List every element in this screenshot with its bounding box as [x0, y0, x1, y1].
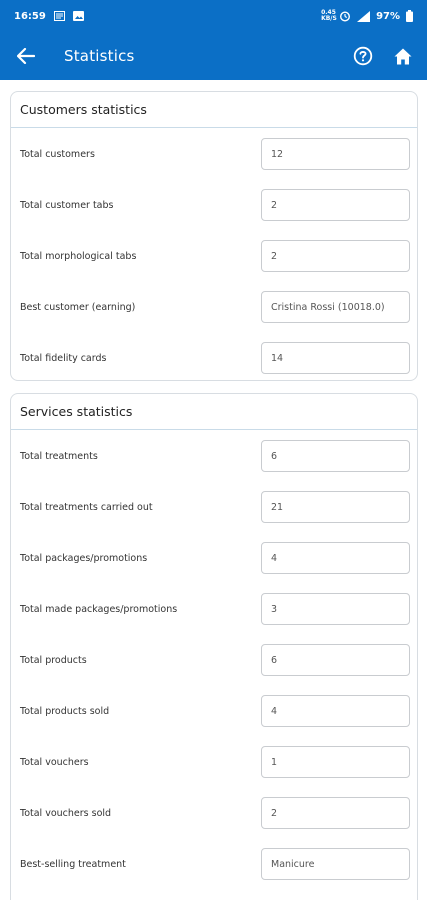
stat-label: Total packages/promotions [20, 552, 148, 564]
services-statistics-card: Services statistics Total treatments 6 T… [10, 393, 418, 900]
status-bar: 16:59 0.45 KB/S 97% [0, 0, 427, 32]
stat-label: Total treatments carried out [20, 501, 153, 513]
status-time: 16:59 [14, 10, 46, 22]
total-vouchers-sold-field[interactable]: 2 [261, 797, 410, 829]
total-products-sold-field[interactable]: 4 [261, 695, 410, 727]
stat-row-total-customer-tabs: Total customer tabs 2 [11, 188, 419, 222]
signal-icon [357, 10, 371, 22]
stat-row-total-made-packages-promotions: Total made packages/promotions 3 [11, 592, 419, 626]
total-fidelity-cards-field[interactable]: 14 [261, 342, 410, 374]
total-customer-tabs-field[interactable]: 2 [261, 189, 410, 221]
stat-row-total-packages-promotions: Total packages/promotions 4 [11, 541, 419, 575]
best-selling-treatment-field[interactable]: Manicure [261, 848, 410, 880]
stat-row-total-vouchers-sold: Total vouchers sold 2 [11, 796, 419, 830]
best-customer-field[interactable]: Cristina Rossi (10018.0) [261, 291, 410, 323]
total-vouchers-field[interactable]: 1 [261, 746, 410, 778]
services-statistics-title: Services statistics [11, 394, 417, 430]
customers-statistics-title: Customers statistics [11, 92, 417, 128]
page-title: Statistics [64, 47, 135, 65]
total-packages-promotions-field[interactable]: 4 [261, 542, 410, 574]
stat-row-best-customer: Best customer (earning) Cristina Rossi (… [11, 290, 419, 324]
total-treatments-field[interactable]: 6 [261, 440, 410, 472]
stat-row-best-selling-treatment: Best-selling treatment Manicure [11, 847, 419, 881]
stat-row-total-products-sold: Total products sold 4 [11, 694, 419, 728]
stat-row-total-products: Total products 6 [11, 643, 419, 677]
total-made-packages-promotions-field[interactable]: 3 [261, 593, 410, 625]
stat-label: Total vouchers sold [20, 807, 112, 819]
alarm-icon [339, 10, 351, 22]
stat-row-total-fidelity-cards: Total fidelity cards 14 [11, 341, 419, 375]
stat-label: Total vouchers [20, 756, 89, 768]
stat-label: Total customer tabs [20, 199, 114, 211]
stat-row-total-treatments: Total treatments 6 [11, 439, 419, 473]
stat-label: Total morphological tabs [20, 250, 137, 262]
message-icon [53, 11, 65, 21]
back-button[interactable] [0, 32, 52, 80]
stat-label: Total fidelity cards [20, 352, 107, 364]
help-button[interactable] [343, 32, 383, 80]
battery-percent: 97% [376, 10, 400, 22]
total-morphological-tabs-field[interactable]: 2 [261, 240, 410, 272]
stat-row-total-morphological-tabs: Total morphological tabs 2 [11, 239, 419, 273]
stat-label: Total products [20, 654, 87, 666]
stat-label: Best customer (earning) [20, 301, 136, 313]
stat-row-total-treatments-carried-out: Total treatments carried out 21 [11, 490, 419, 524]
stat-label: Total customers [20, 148, 95, 160]
home-button[interactable] [383, 32, 423, 80]
stat-label: Total made packages/promotions [20, 603, 178, 615]
network-speed: 0.45 KB/S [321, 9, 337, 22]
total-treatments-carried-out-field[interactable]: 21 [261, 491, 410, 523]
stat-label: Total treatments [20, 450, 98, 462]
help-icon [353, 46, 373, 66]
home-icon [394, 48, 412, 64]
total-customers-field[interactable]: 12 [261, 138, 410, 170]
battery-icon [406, 10, 413, 22]
image-icon [72, 11, 84, 21]
stat-label: Best-selling treatment [20, 858, 126, 870]
customers-statistics-card: Customers statistics Total customers 12 … [10, 91, 418, 381]
app-bar: Statistics [0, 32, 427, 80]
stat-label: Total products sold [20, 705, 110, 717]
stat-row-total-customers: Total customers 12 [11, 137, 419, 171]
back-arrow-icon [17, 48, 35, 64]
stat-row-total-vouchers: Total vouchers 1 [11, 745, 419, 779]
statistics-content[interactable]: Customers statistics Total customers 12 … [0, 80, 427, 900]
total-products-field[interactable]: 6 [261, 644, 410, 676]
